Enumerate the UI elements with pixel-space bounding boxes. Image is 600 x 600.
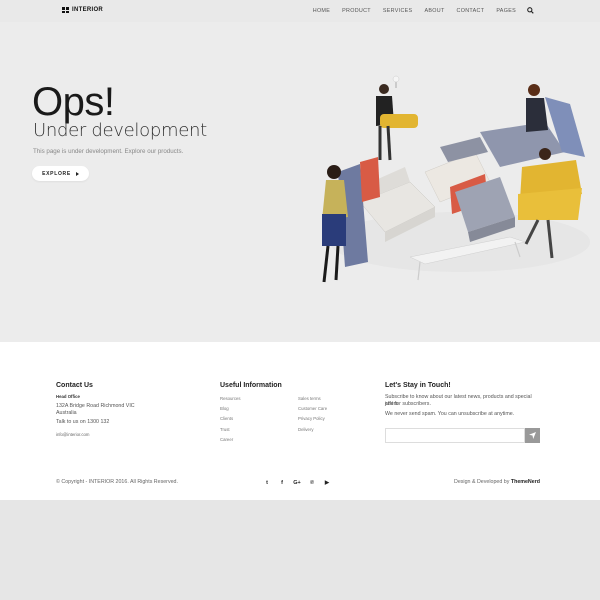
main-nav: HOME PRODUCT SERVICES ABOUT CONTACT PAGE… <box>301 7 534 14</box>
site-logo[interactable]: INTERIOR <box>62 7 103 13</box>
nav-about[interactable]: ABOUT <box>424 8 444 14</box>
useful-heading: Useful Information <box>220 382 282 389</box>
google-plus-icon[interactable]: G+ <box>293 479 301 487</box>
social-links: t f G+ ℗ ▶ <box>263 479 331 487</box>
facebook-icon[interactable]: f <box>278 479 286 487</box>
pinterest-icon[interactable]: ℗ <box>308 479 316 487</box>
hero-subtitle: Under development <box>33 120 207 141</box>
newsletter-submit-button[interactable] <box>525 428 540 443</box>
contact-address-line1: 132A Bridge Road Richmond VIC <box>56 403 135 409</box>
site-header: INTERIOR HOME PRODUCT SERVICES ABOUT CON… <box>0 0 600 22</box>
contact-address-line2: Australia <box>56 410 77 416</box>
send-icon <box>529 432 536 439</box>
nav-product[interactable]: PRODUCT <box>342 8 371 14</box>
newsletter-text-line2: just for subscribers. <box>385 401 431 407</box>
logo-icon <box>62 7 69 13</box>
twitter-icon[interactable]: t <box>263 479 271 487</box>
link-blog[interactable]: Blog <box>220 406 229 411</box>
hero-description: This page is under development. Explore … <box>33 148 184 155</box>
nav-contact[interactable]: CONTACT <box>457 8 485 14</box>
link-delivery[interactable]: Delivery <box>298 427 314 432</box>
nav-pages[interactable]: PAGES <box>496 8 516 14</box>
youtube-icon[interactable]: ▶ <box>323 479 331 487</box>
link-career[interactable]: Career <box>220 437 233 442</box>
copyright-text: © Copyright - INTERIOR 2016. All Rights … <box>56 479 178 485</box>
contact-office-label: Head Office <box>56 394 80 399</box>
contact-phone: Talk to us on 1300 132 <box>56 419 110 425</box>
link-customer-care[interactable]: Customer Care <box>298 406 327 411</box>
arrow-right-icon <box>75 171 79 176</box>
link-sales-terms[interactable]: Sales terms <box>298 396 321 401</box>
nav-services[interactable]: SERVICES <box>383 8 413 14</box>
hero-section: Ops! Under development This page is unde… <box>0 22 600 342</box>
explore-button[interactable]: EXPLORE <box>32 166 89 181</box>
contact-heading: Contact Us <box>56 382 93 389</box>
hero-title: Ops! <box>32 80 115 124</box>
nav-home[interactable]: HOME <box>313 8 330 14</box>
logo-text: INTERIOR <box>72 7 104 13</box>
link-trust[interactable]: Trust <box>220 427 230 432</box>
credits-brand[interactable]: ThemeNerd <box>511 479 540 485</box>
newsletter-heading: Let's Stay in Touch! <box>385 382 451 389</box>
link-clients[interactable]: Clients <box>220 416 233 421</box>
hero-furniture-image <box>322 75 590 283</box>
site-footer: Contact Us Head Office 132A Bridge Road … <box>0 342 600 500</box>
page-bottom-area <box>0 500 600 600</box>
link-privacy-policy[interactable]: Privacy Policy <box>298 416 325 421</box>
link-resources[interactable]: Resources <box>220 396 241 401</box>
credits-prefix: Design & Developed by <box>454 479 510 485</box>
search-icon[interactable] <box>527 7 534 14</box>
credits-text: Design & Developed by ThemeNerd <box>454 479 540 485</box>
explore-button-label: EXPLORE <box>42 170 71 177</box>
contact-email[interactable]: info@interior.com <box>56 432 90 437</box>
newsletter-no-spam: We never send spam. You can unsubscribe … <box>385 411 515 417</box>
newsletter-email-input[interactable] <box>385 428 525 443</box>
